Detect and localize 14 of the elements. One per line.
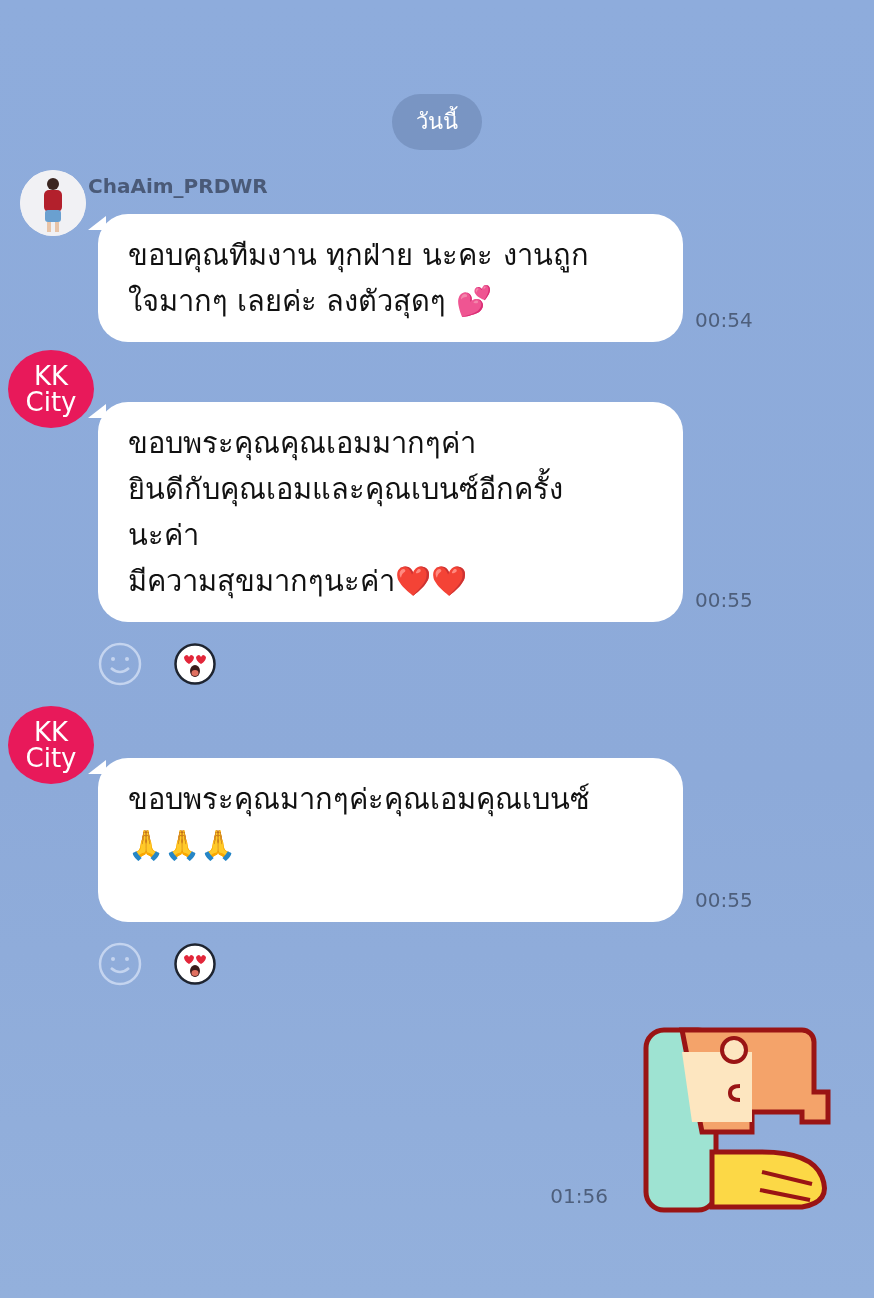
heart-eyes-reaction-icon[interactable]	[174, 943, 216, 985]
avatar-photo	[20, 170, 86, 236]
heart-eyes-reaction-icon[interactable]	[174, 643, 216, 685]
sender-name: ChaAim_PRDWR	[88, 174, 269, 200]
message-time: 00:55	[695, 888, 753, 912]
message-bubble: ขอบพระคุณมากๆค่ะคุณเอมคุณเบนซ์ 🙏🙏🙏	[98, 758, 683, 922]
message-time: 00:55	[695, 588, 753, 612]
message-bubble: ขอบคุณทีมงาน ทุกฝ่าย นะคะ งานถูก ใจมากๆ เลยค่ะ ลงตัวสุดๆ 💕	[98, 214, 683, 342]
message-bubble: ขอบพระคุณคุณเอมมากๆค่า ยินดีกับคุณเอมและคุณเบนซ์อีกครั้ง นะค่า มีความสุขมากๆนะค่า❤❤	[98, 402, 683, 622]
kk-city-avatar: KK City	[8, 350, 94, 428]
kk-city-avatar: KK City	[8, 706, 94, 784]
date-divider: วันนี้	[392, 94, 482, 150]
message-time: 01:56	[550, 1184, 608, 1208]
message-time: 00:54	[695, 308, 753, 332]
